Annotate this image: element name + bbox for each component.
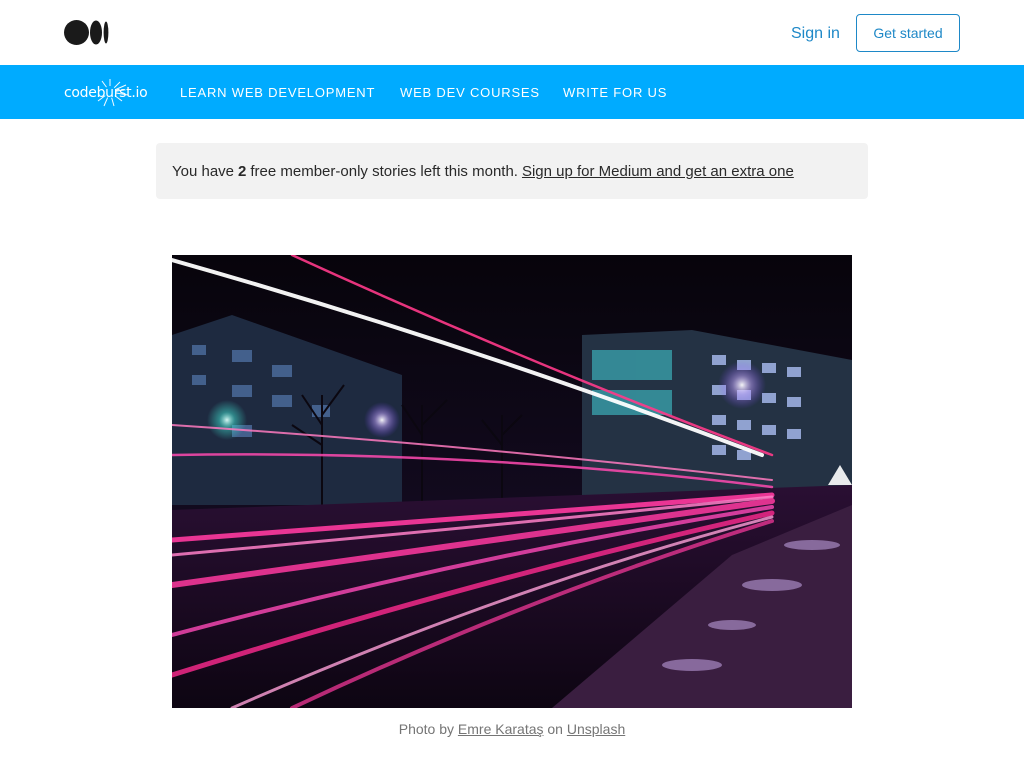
sign-in-link[interactable]: Sign in xyxy=(791,24,840,44)
hero-photo[interactable] xyxy=(172,255,852,708)
photo-author-link[interactable]: Emre Karataş xyxy=(458,721,544,737)
signup-extra-link[interactable]: Sign up for Medium and get an extra one xyxy=(522,163,794,180)
unsplash-link[interactable]: Unsplash xyxy=(567,721,625,737)
codeburst-logo[interactable]: codeburst.io xyxy=(64,73,148,111)
nav-web-dev-courses[interactable]: WEB DEV COURSES xyxy=(400,85,540,100)
nav-learn-web-development[interactable]: LEARN WEB DEVELOPMENT xyxy=(180,85,375,100)
banner-prefix: You have xyxy=(172,162,235,180)
caption-prefix: Photo by xyxy=(398,721,455,737)
nav-write-for-us[interactable]: WRITE FOR US xyxy=(563,85,667,100)
top-bar: Sign in Get started xyxy=(0,0,1024,65)
member-stories-banner: You have 2 free member-only stories left… xyxy=(156,143,868,199)
medium-logo-icon[interactable] xyxy=(64,20,110,45)
get-started-button[interactable]: Get started xyxy=(856,14,960,52)
banner-count: 2 xyxy=(238,162,247,180)
caption-middle: on xyxy=(547,721,563,737)
publication-nav: codeburst.io LEARN WEB DEVELOPMENT WEB D… xyxy=(0,65,1024,119)
publication-name: codeburst.io xyxy=(64,85,148,101)
banner-middle: free member-only stories left this month… xyxy=(250,162,518,180)
light-trails-photo xyxy=(172,255,852,708)
photo-caption: Photo by Emre Karataş on Unsplash xyxy=(0,721,1024,737)
